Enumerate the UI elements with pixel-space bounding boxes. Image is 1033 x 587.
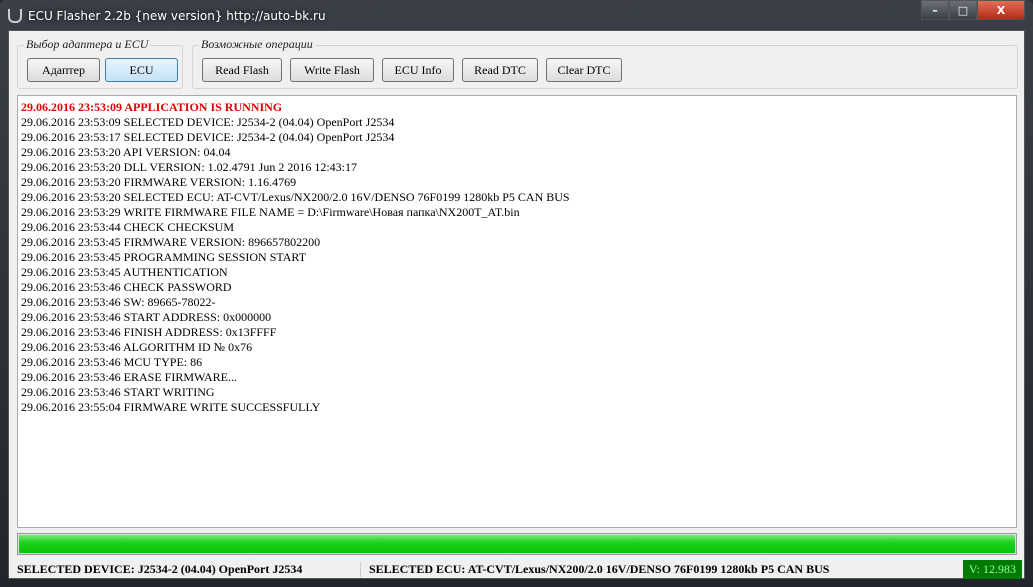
adapter-group-label: Выбор адаптера и ECU bbox=[24, 37, 151, 52]
log-line: 29.06.2016 23:53:46 MCU TYPE: 86 bbox=[21, 355, 203, 369]
log-line: 29.06.2016 23:55:04 FIRMWARE WRITE SUCCE… bbox=[21, 400, 321, 414]
log-line: 29.06.2016 23:53:17 SELECTED DEVICE: J25… bbox=[21, 130, 395, 144]
read-dtc-button[interactable]: Read DTC bbox=[462, 58, 538, 82]
progress-bar bbox=[17, 533, 1017, 555]
adapter-group: Выбор адаптера и ECU Адаптер ECU bbox=[17, 37, 183, 89]
log-line: 29.06.2016 23:53:45 AUTHENTICATION bbox=[21, 265, 228, 279]
ecu-button[interactable]: ECU bbox=[105, 58, 178, 82]
minimize-button[interactable]: – bbox=[921, 0, 949, 20]
write-flash-button[interactable]: Write Flash bbox=[290, 58, 374, 82]
log-line: 29.06.2016 23:53:20 API VERSION: 04.04 bbox=[21, 145, 231, 159]
window-title: ECU Flasher 2.2b {new version} http://au… bbox=[28, 9, 326, 23]
log-line: 29.06.2016 23:53:20 SELECTED ECU: AT-CVT… bbox=[21, 190, 570, 204]
log-line: 29.06.2016 23:53:45 FIRMWARE VERSION: 89… bbox=[21, 235, 321, 249]
log-line: 29.06.2016 23:53:46 START WRITING bbox=[21, 385, 215, 399]
log-line: 29.06.2016 23:53:46 SW: 89665-78022- bbox=[21, 295, 216, 309]
log-line: 29.06.2016 23:53:46 FINISH ADDRESS: 0x13… bbox=[21, 325, 277, 339]
maximize-button[interactable]: □ bbox=[949, 0, 977, 20]
log-line: 29.06.2016 23:53:20 DLL VERSION: 1.02.47… bbox=[21, 160, 358, 174]
log-line: 29.06.2016 23:53:44 CHECK CHECKSUM bbox=[21, 220, 235, 234]
log-line: 29.06.2016 23:53:29 WRITE FIRMWARE FILE … bbox=[21, 205, 520, 219]
status-ecu: SELECTED ECU: AT-CVT/Lexus/NX200/2.0 16V… bbox=[369, 561, 830, 576]
voltage-indicator: V: 12.983 bbox=[962, 559, 1022, 579]
read-flash-button[interactable]: Read Flash bbox=[202, 58, 282, 82]
client-area: Выбор адаптера и ECU Адаптер ECU Возможн… bbox=[8, 30, 1025, 579]
status-device: SELECTED DEVICE: J2534-2 (04.04) OpenPor… bbox=[9, 561, 361, 577]
log-line: 29.06.2016 23:53:46 START ADDRESS: 0x000… bbox=[21, 310, 272, 324]
log-line: 29.06.2016 23:53:46 ERASE FIRMWARE... bbox=[21, 370, 238, 384]
adapter-button[interactable]: Адаптер bbox=[27, 58, 100, 82]
log-output[interactable]: 29.06.2016 23:53:09 APPLICATION IS RUNNI… bbox=[17, 95, 1017, 528]
log-line: 29.06.2016 23:53:09 APPLICATION IS RUNNI… bbox=[21, 100, 283, 114]
window-frame: ECU Flasher 2.2b {new version} http://au… bbox=[0, 0, 1033, 587]
ecu-info-button[interactable]: ECU Info bbox=[382, 58, 454, 82]
title-bar: ECU Flasher 2.2b {new version} http://au… bbox=[8, 6, 326, 26]
progress-fill bbox=[19, 535, 1015, 553]
log-line: 29.06.2016 23:53:46 ALGORITHM ID № 0x76 bbox=[21, 340, 253, 354]
log-line: 29.06.2016 23:53:46 CHECK PASSWORD bbox=[21, 280, 232, 294]
log-line: 29.06.2016 23:53:20 FIRMWARE VERSION: 1.… bbox=[21, 175, 297, 189]
log-line: 29.06.2016 23:53:09 SELECTED DEVICE: J25… bbox=[21, 115, 395, 129]
close-button[interactable]: X bbox=[977, 0, 1025, 20]
status-bar: SELECTED DEVICE: J2534-2 (04.04) OpenPor… bbox=[9, 559, 1024, 579]
clear-dtc-button[interactable]: Clear DTC bbox=[546, 58, 622, 82]
operations-group: Возможные операции Read Flash Write Flas… bbox=[192, 37, 1018, 89]
operations-group-label: Возможные операции bbox=[199, 37, 315, 52]
window-controls: – □ X bbox=[921, 0, 1025, 20]
log-line: 29.06.2016 23:53:45 PROGRAMMING SESSION … bbox=[21, 250, 307, 264]
app-icon bbox=[8, 9, 22, 23]
